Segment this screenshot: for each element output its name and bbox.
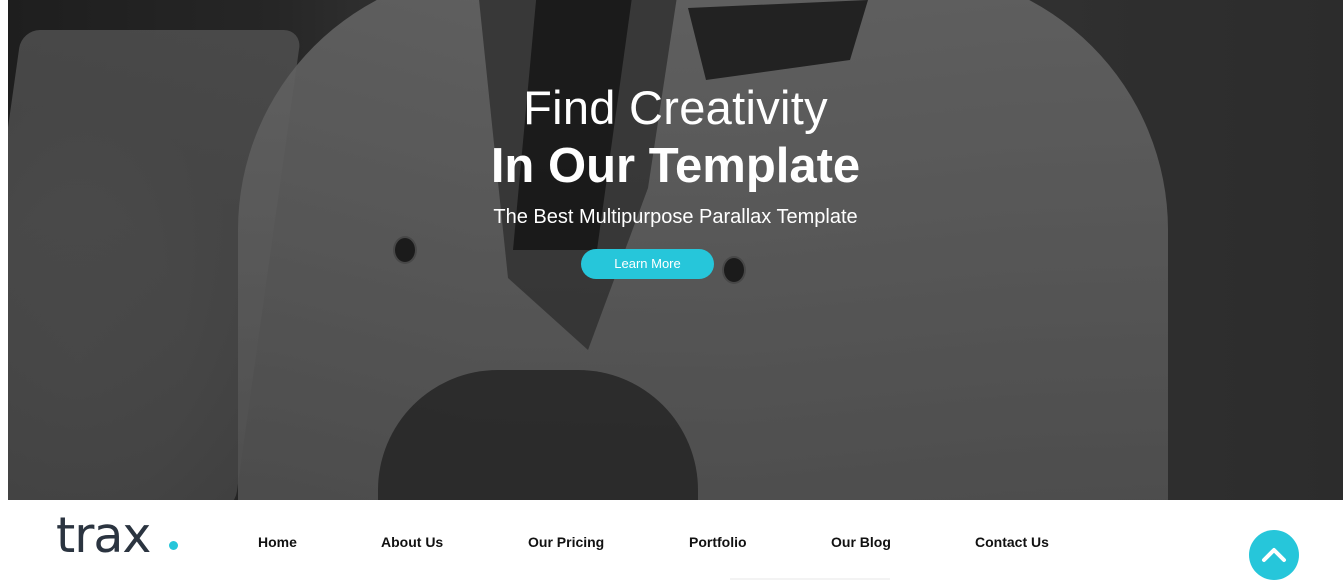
scroll-to-top-button[interactable] xyxy=(1249,530,1299,580)
hero-subtitle: The Best Multipurpose Parallax Template xyxy=(493,206,858,228)
chevron-up-icon xyxy=(1262,548,1286,562)
nav-item-home[interactable]: Home xyxy=(258,534,297,550)
nav-underline xyxy=(730,578,890,580)
hero-title-line-2: In Our Template xyxy=(490,139,861,193)
nav-item-our-pricing[interactable]: Our Pricing xyxy=(528,534,604,550)
logo-dot-icon xyxy=(169,541,178,550)
hero-section: Find Creativity In Our Template The Best… xyxy=(8,0,1343,500)
nav-item-our-blog[interactable]: Our Blog xyxy=(831,534,891,550)
nav-item-portfolio[interactable]: Portfolio xyxy=(689,534,747,550)
learn-more-button[interactable]: Learn More xyxy=(581,249,714,279)
main-navbar: trax Home About Us Our Pricing Portfolio… xyxy=(8,500,1343,582)
nav-item-about-us[interactable]: About Us xyxy=(381,534,443,550)
logo[interactable]: trax xyxy=(56,506,151,566)
hero-content: Find Creativity In Our Template The Best… xyxy=(8,0,1343,500)
nav-item-contact-us[interactable]: Contact Us xyxy=(975,534,1049,550)
hero-title-line-1: Find Creativity xyxy=(523,81,828,134)
